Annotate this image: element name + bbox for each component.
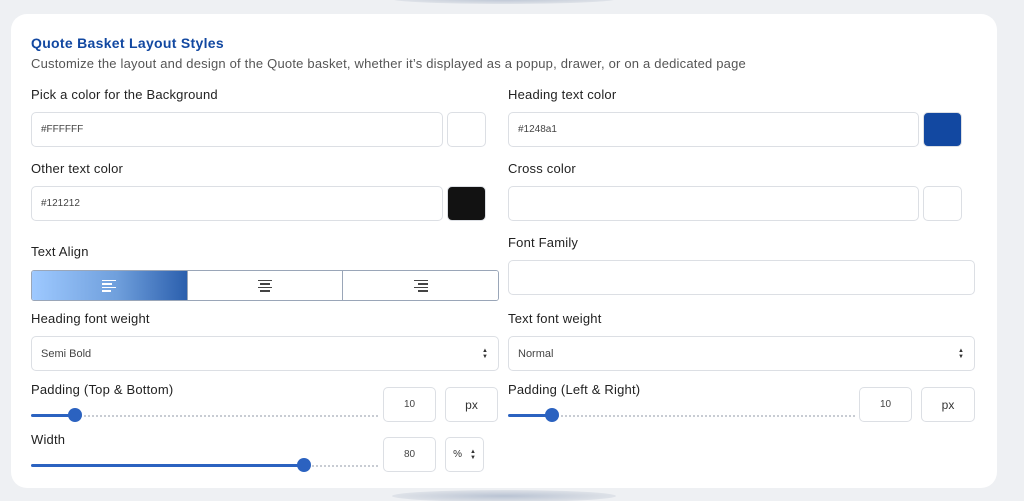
- slider-track: [75, 415, 378, 417]
- heading-text-color-label: Heading text color: [508, 87, 617, 102]
- text-font-weight-value: Normal: [518, 347, 554, 360]
- center-align-icon: [258, 279, 272, 292]
- width-value[interactable]: 80: [383, 437, 436, 472]
- text-font-weight-label: Text font weight: [508, 311, 602, 326]
- padding-top-bottom-slider[interactable]: [31, 408, 378, 422]
- align-right-button[interactable]: [343, 271, 498, 300]
- padding-top-bottom-label: Padding (Top & Bottom): [31, 382, 174, 397]
- cross-color-label: Cross color: [508, 161, 576, 176]
- cross-color-swatch[interactable]: [923, 186, 962, 221]
- heading-text-color-input[interactable]: #1248a1: [508, 112, 919, 147]
- padding-left-right-label: Padding (Left & Right): [508, 382, 641, 397]
- other-text-color-swatch[interactable]: [447, 186, 486, 221]
- padding-left-right-unit[interactable]: px: [921, 387, 975, 422]
- width-unit-select[interactable]: % ▲ ▼: [445, 437, 484, 472]
- other-text-color-input[interactable]: #121212: [31, 186, 443, 221]
- select-arrows-icon: ▲ ▼: [469, 448, 476, 461]
- font-family-input[interactable]: [508, 260, 975, 295]
- slider-track: [304, 465, 378, 467]
- align-center-button[interactable]: [187, 271, 344, 300]
- right-align-icon: [413, 279, 428, 292]
- left-align-icon: [102, 279, 117, 292]
- text-font-weight-select[interactable]: Normal ▲ ▼: [508, 336, 975, 371]
- font-family-label: Font Family: [508, 235, 579, 250]
- slider-thumb[interactable]: [545, 408, 559, 422]
- slider-thumb[interactable]: [297, 458, 311, 472]
- text-align-group: [31, 270, 499, 301]
- width-label: Width: [31, 432, 66, 447]
- other-text-color-label: Other text color: [31, 161, 124, 176]
- heading-font-weight-select[interactable]: Semi Bold ▲ ▼: [31, 336, 499, 371]
- slider-track: [552, 415, 855, 417]
- heading-text-color-swatch[interactable]: [923, 112, 962, 147]
- padding-left-right-slider[interactable]: [508, 408, 855, 422]
- padding-top-bottom-value[interactable]: 10: [383, 387, 436, 422]
- slider-fill: [31, 464, 304, 467]
- align-left-button[interactable]: [32, 271, 188, 300]
- slider-thumb[interactable]: [68, 408, 82, 422]
- width-unit-value: %: [453, 449, 462, 460]
- text-align-label: Text Align: [31, 244, 89, 259]
- cross-color-input[interactable]: [508, 186, 919, 221]
- padding-left-right-value[interactable]: 10: [859, 387, 912, 422]
- bottom-shadow: [392, 490, 616, 501]
- top-shadow: [392, 0, 616, 4]
- section-title: Quote Basket Layout Styles: [31, 35, 224, 51]
- section-subtitle: Customize the layout and design of the Q…: [31, 56, 746, 71]
- width-slider[interactable]: [31, 458, 378, 472]
- padding-top-bottom-unit[interactable]: px: [445, 387, 498, 422]
- select-arrows-icon: ▲ ▼: [958, 347, 964, 360]
- heading-font-weight-label: Heading font weight: [31, 311, 150, 326]
- heading-font-weight-value: Semi Bold: [41, 347, 92, 360]
- select-arrows-icon: ▲ ▼: [482, 347, 488, 360]
- background-color-label: Pick a color for the Background: [31, 87, 218, 102]
- background-color-input[interactable]: #FFFFFF: [31, 112, 443, 147]
- background-color-swatch[interactable]: [447, 112, 486, 147]
